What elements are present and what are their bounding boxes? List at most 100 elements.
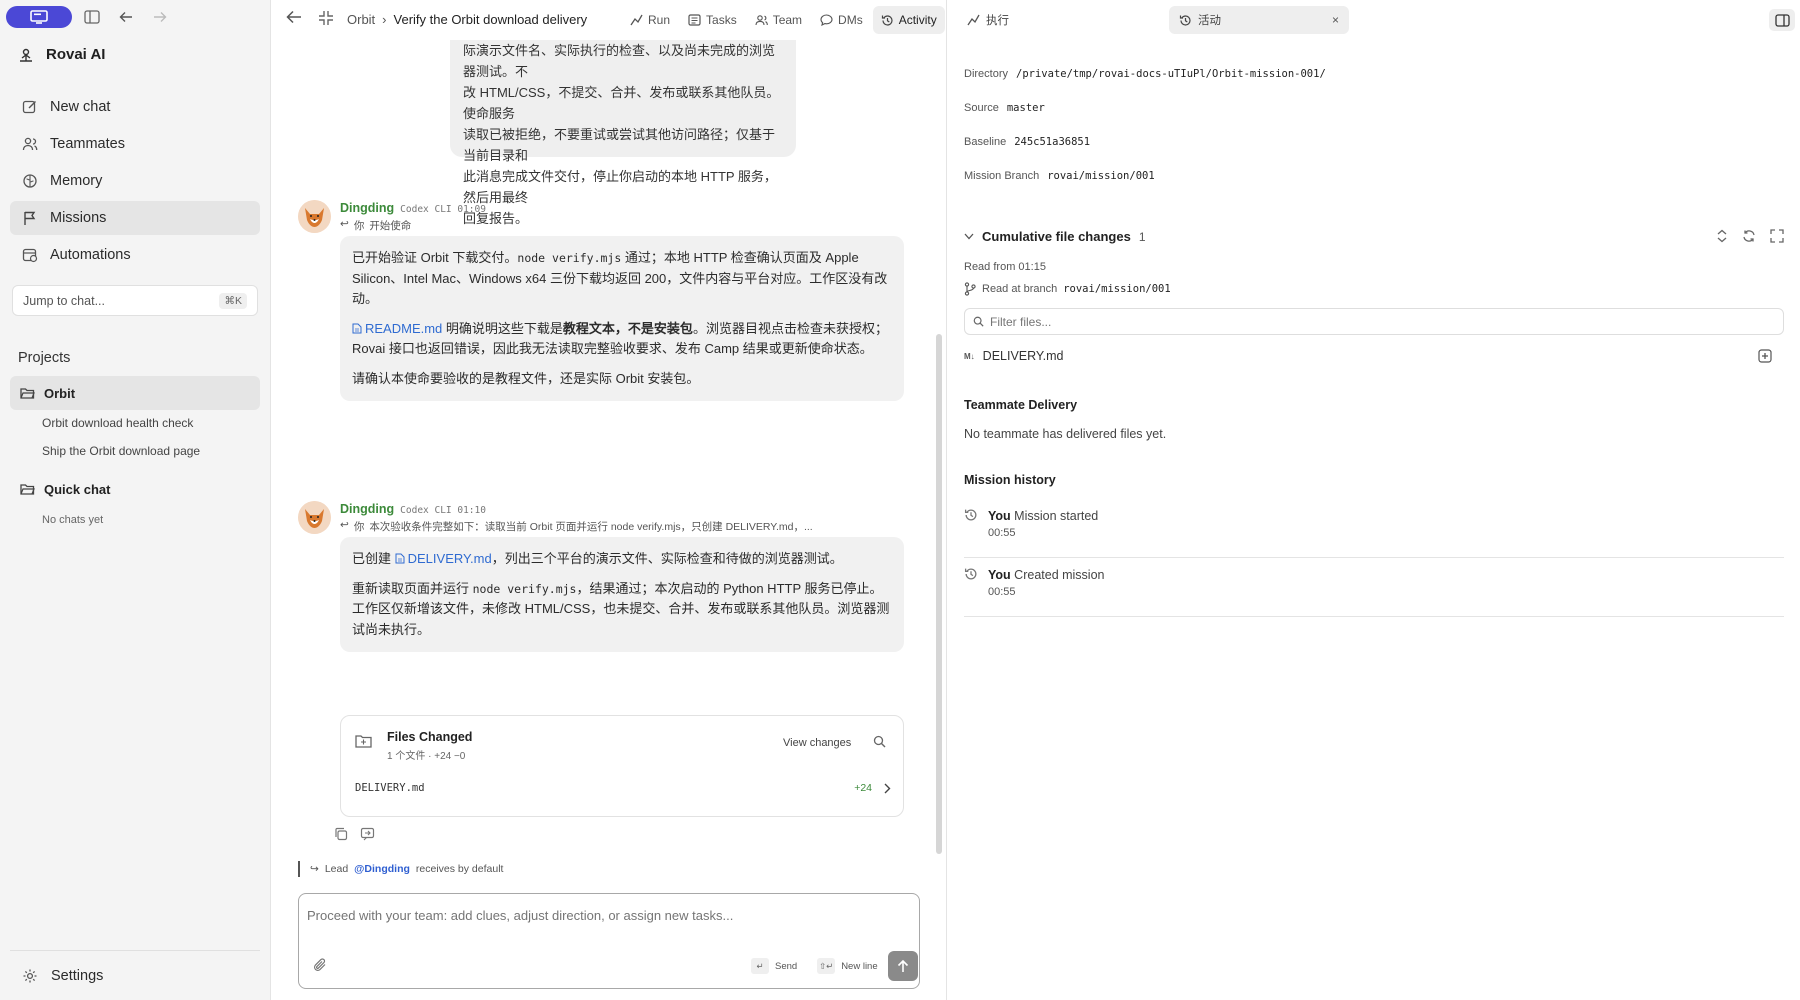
lead-recipient-note: ↪ Lead @Dingding receives by default xyxy=(298,861,503,877)
close-icon[interactable]: × xyxy=(1332,13,1339,27)
back-button[interactable] xyxy=(286,10,302,29)
breadcrumb-current: Verify the Orbit download delivery xyxy=(393,12,588,27)
view-changes-button[interactable]: View changes xyxy=(783,737,851,749)
breadcrumb: Orbit › Verify the Orbit download delive… xyxy=(347,12,587,27)
project-orbit[interactable]: Orbit xyxy=(10,376,260,410)
expand-collapse-icon[interactable] xyxy=(1716,229,1728,243)
breadcrumb-root[interactable]: Orbit xyxy=(347,12,375,27)
file-link-text: DELIVERY.md xyxy=(407,551,492,566)
search-icon[interactable] xyxy=(873,735,886,753)
flag-icon xyxy=(24,211,36,225)
filter-files-field[interactable] xyxy=(964,308,1784,335)
sender-name[interactable]: Dingding xyxy=(340,201,394,215)
project-chat-item[interactable]: Ship the Orbit download page xyxy=(42,444,200,458)
newline-hint: New line xyxy=(841,960,878,972)
activity-run-icon xyxy=(630,14,643,26)
collapse-icon xyxy=(319,11,333,25)
checklist-icon xyxy=(688,14,701,26)
changed-file-row[interactable]: M↓ DELIVERY.md xyxy=(964,346,1784,366)
history-icon xyxy=(881,14,893,26)
brand-name: Rovai AI xyxy=(46,46,106,63)
shift-enter-key-icon: ⇧↵ xyxy=(817,958,836,974)
files-changed-summary: 1 个文件 · +24 −0 xyxy=(387,751,466,762)
fullscreen-icon[interactable] xyxy=(1770,229,1784,243)
tab-run[interactable]: Run xyxy=(622,6,678,34)
nav-forward-button[interactable] xyxy=(146,6,174,28)
refresh-icon[interactable] xyxy=(1742,229,1756,243)
tab-tasks[interactable]: Tasks xyxy=(680,6,745,34)
app-switcher-button[interactable] xyxy=(6,6,72,28)
lead-mention[interactable]: @Dingding xyxy=(354,863,410,875)
additions-count: +24 xyxy=(854,782,872,794)
document-icon xyxy=(395,553,405,564)
avatar xyxy=(298,501,331,534)
chevron-down-icon[interactable] xyxy=(964,233,974,240)
filter-files-input[interactable] xyxy=(990,314,1750,329)
project-chat-item[interactable]: Orbit download health check xyxy=(42,416,193,430)
brain-icon xyxy=(23,174,37,188)
nav-memory[interactable]: Memory xyxy=(10,164,260,198)
file-link-delivery[interactable]: DELIVERY.md xyxy=(395,551,492,566)
jump-to-chat-input[interactable]: Jump to chat... ⌘K xyxy=(12,285,258,316)
reply-context[interactable]: ↩ 你 本次验收条件完整如下：读取当前 Orbit 页面并运行 node ver… xyxy=(340,519,813,534)
bold-text: 教程文本，不是安装包 xyxy=(562,320,693,336)
history-line: You Created mission xyxy=(988,568,1105,582)
tab-label: Tasks xyxy=(706,13,737,27)
message-paragraph: 请确认本使命要验收的是教程文件，还是实际 Orbit 安装包。 xyxy=(352,370,700,386)
folder-open-icon xyxy=(20,387,35,399)
changed-file-name: DELIVERY.md xyxy=(355,782,425,794)
nav-teammates[interactable]: Teammates xyxy=(10,127,260,161)
avatar xyxy=(298,200,331,233)
folder-diff-icon xyxy=(355,734,372,754)
send-button[interactable] xyxy=(888,951,918,981)
message-list[interactable]: 际演示文件名、实际执行的检查、以及尚未完成的浏览器测试。不 改 HTML/CSS… xyxy=(272,40,946,850)
assistant-message: Dingding Codex CLI 01:09 ↩ 你 开始使命 已开始验证 … xyxy=(298,200,928,436)
project-quick-chat[interactable]: Quick chat xyxy=(10,472,260,506)
add-plus-icon[interactable] xyxy=(1758,349,1772,363)
tab-activity[interactable]: Activity xyxy=(872,6,945,34)
reply-in-thread-icon[interactable] xyxy=(360,827,375,841)
paperclip-icon[interactable] xyxy=(313,958,327,977)
changed-file-row[interactable]: DELIVERY.md +24 xyxy=(355,782,891,794)
reply-text: 本次验收条件完整如下：读取当前 Orbit 页面并运行 node verify.… xyxy=(369,521,813,533)
copy-icon[interactable] xyxy=(334,827,348,841)
cumulative-changes-count: 1 xyxy=(1138,229,1146,244)
note-bar xyxy=(298,861,300,877)
sender-name[interactable]: Dingding xyxy=(340,502,394,516)
tab-execute[interactable]: 执行 xyxy=(957,6,1019,34)
history-actor: You xyxy=(988,509,1011,523)
sidebar: Rovai AI New chat Teammates Memory Missi… xyxy=(0,0,271,1000)
nav-back-button[interactable] xyxy=(112,6,140,28)
tab-activity-panel[interactable]: 活动 × xyxy=(1169,6,1349,34)
activity-panel: 执行 活动 × Directory /private/tmp/rovai-doc… xyxy=(946,0,1800,1000)
toggle-panel-button[interactable] xyxy=(1769,9,1795,31)
collapse-button[interactable] xyxy=(318,10,334,31)
jump-placeholder: Jump to chat... xyxy=(23,293,105,308)
baseline-value: 245c51a36851 xyxy=(1014,136,1091,148)
file-link-readme[interactable]: README.md xyxy=(352,321,442,336)
nav-label: Missions xyxy=(50,210,107,226)
nav-new-chat[interactable]: New chat xyxy=(10,90,260,124)
toggle-sidebar-button[interactable] xyxy=(78,6,106,28)
users-icon xyxy=(755,15,768,26)
files-changed-title: Files Changed xyxy=(387,730,473,744)
message-bubble: 已开始验证 Orbit 下载交付。node verify.mjs 通过；本地 H… xyxy=(340,236,904,401)
composer-input[interactable] xyxy=(307,908,907,923)
lead-suffix: receives by default xyxy=(415,863,504,875)
reply-context[interactable]: ↩ 你 开始使命 xyxy=(340,218,411,233)
tab-dms[interactable]: DMs xyxy=(812,6,871,34)
settings-label: Settings xyxy=(51,968,104,984)
tab-team[interactable]: Team xyxy=(747,6,810,34)
message-composer[interactable]: ↵ Send ⇧↵ New line xyxy=(298,893,920,989)
history-action: Created mission xyxy=(1014,568,1105,582)
mission-branch-label: Mission Branch xyxy=(964,170,1040,182)
arrow-right-icon xyxy=(154,12,167,22)
text-run: ，列出三个平台的演示文件、实际检查和待做的浏览器测试。 xyxy=(491,551,843,566)
settings-button[interactable]: Settings xyxy=(10,959,260,993)
read-branch-row: Read at branch rovai/mission/001 xyxy=(964,282,1171,296)
history-action: Mission started xyxy=(1014,509,1099,523)
nav-automations[interactable]: Automations xyxy=(10,238,260,272)
message-header: Dingding Codex CLI 01:09 xyxy=(340,201,486,215)
nav-missions[interactable]: Missions xyxy=(10,201,260,235)
chat-scrollbar[interactable] xyxy=(936,334,942,854)
